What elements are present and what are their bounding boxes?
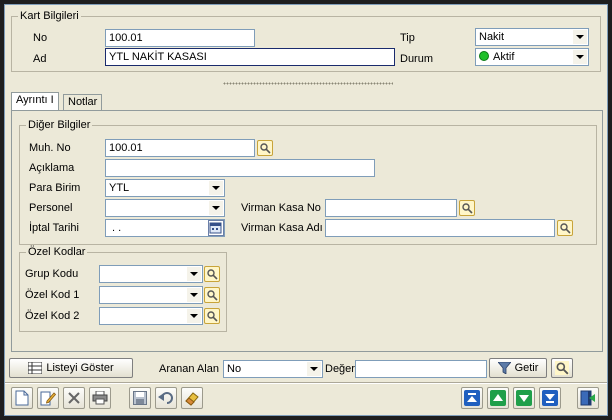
aranan-alan-value: No [227, 363, 242, 375]
aciklama-label: Açıklama [29, 162, 75, 174]
ozel-kod1-select[interactable] [99, 286, 203, 304]
tab-ayrinti[interactable]: Ayrıntı I [11, 92, 59, 111]
edit-icon [40, 391, 56, 406]
personel-dropdown-icon[interactable] [209, 201, 223, 215]
filter-icon [497, 362, 511, 374]
para-birim-dropdown-icon[interactable] [209, 181, 223, 195]
undo-icon [158, 392, 173, 404]
print-icon [92, 391, 108, 405]
ad-label: Ad [33, 53, 47, 65]
grup-kodu-lookup-icon[interactable] [204, 266, 220, 282]
undo-button[interactable] [155, 387, 177, 409]
last-record-icon [542, 390, 558, 406]
search-icon [555, 361, 569, 375]
toolbar-separator [5, 382, 607, 384]
iptal-tarihi-field[interactable]: . . [105, 219, 225, 237]
splitter-handle[interactable] [223, 82, 393, 85]
durum-select-value: Aktif [493, 51, 515, 63]
tip-label: Tip [400, 32, 415, 44]
durum-dropdown-icon[interactable] [573, 50, 587, 64]
list-icon [28, 362, 43, 374]
aranan-alan-select[interactable]: No [223, 360, 323, 378]
personel-select[interactable] [105, 199, 225, 217]
next-record-icon [516, 390, 532, 406]
delete-icon [68, 392, 80, 404]
para-birim-select[interactable]: YTL [105, 179, 225, 197]
ozel-kod2-lookup-icon[interactable] [204, 308, 220, 324]
ozel-kod2-select[interactable] [99, 307, 203, 325]
no-label: No [33, 32, 48, 44]
muh-no-field[interactable]: 100.01 [105, 139, 255, 157]
card-window: Kart Bilgileri No 100.01 Ad YTL NAKİT KA… [4, 4, 608, 416]
grup-kodu-dropdown-icon[interactable] [187, 267, 201, 281]
ad-field[interactable]: YTL NAKİT KASASI [105, 48, 395, 66]
getir-button[interactable]: Getir [489, 358, 547, 378]
para-birim-label: Para Birim [29, 182, 81, 194]
edit-button[interactable] [37, 387, 59, 409]
durum-select[interactable]: Aktif [475, 48, 589, 66]
durum-label: Durum [400, 53, 434, 65]
search-lookup-button[interactable] [551, 358, 573, 378]
virman-kasa-adi-field[interactable] [325, 219, 555, 237]
personel-label: Personel [29, 202, 73, 214]
getir-label: Getir [514, 362, 539, 374]
tip-select-value: Nakit [479, 31, 505, 43]
aranan-alan-label: Aranan Alan [159, 363, 219, 375]
iptal-tarihi-label: İptal Tarihi [29, 222, 79, 234]
previous-record-icon [490, 390, 506, 406]
new-icon [15, 390, 29, 406]
ozel-kod1-label: Özel Kod 1 [25, 289, 80, 301]
aranan-alan-dropdown-icon[interactable] [307, 362, 321, 376]
status-dot-icon [479, 51, 489, 61]
deger-field[interactable] [355, 360, 487, 378]
muh-no-label: Muh. No [29, 142, 71, 154]
delete-button[interactable] [63, 387, 85, 409]
tab-notlar[interactable]: Notlar [63, 94, 103, 111]
eraser-icon [185, 392, 199, 406]
ozel-kod1-dropdown-icon[interactable] [187, 288, 201, 302]
virman-kasa-adi-lookup-icon[interactable] [557, 220, 573, 236]
grup-kodu-select[interactable] [99, 265, 203, 283]
first-record-button[interactable] [461, 387, 483, 409]
kart-bilgileri-title: Kart Bilgileri [18, 10, 81, 23]
clear-button[interactable] [181, 387, 203, 409]
save-icon [133, 391, 147, 405]
first-record-icon [464, 390, 480, 406]
diger-bilgiler-title: Diğer Bilgiler [26, 119, 93, 132]
next-record-button[interactable] [513, 387, 535, 409]
list-show-button[interactable]: Listeyi Göster [9, 358, 133, 378]
muh-no-lookup-icon[interactable] [257, 140, 273, 156]
deger-label: Değer [325, 363, 355, 375]
grup-kodu-label: Grup Kodu [25, 268, 79, 280]
exit-button[interactable] [577, 387, 599, 409]
virman-kasa-no-label: Virman Kasa No [241, 202, 321, 214]
exit-icon [580, 390, 595, 406]
list-show-label: Listeyi Göster [46, 362, 114, 374]
new-button[interactable] [11, 387, 33, 409]
print-button[interactable] [89, 387, 111, 409]
ozel-kod2-label: Özel Kod 2 [25, 310, 80, 322]
no-field[interactable]: 100.01 [105, 29, 255, 47]
ozel-kod1-lookup-icon[interactable] [204, 287, 220, 303]
last-record-button[interactable] [539, 387, 561, 409]
virman-kasa-no-lookup-icon[interactable] [459, 200, 475, 216]
tip-select[interactable]: Nakit [475, 28, 589, 46]
save-button[interactable] [129, 387, 151, 409]
calendar-icon[interactable] [208, 220, 224, 236]
virman-kasa-no-field[interactable] [325, 199, 457, 217]
para-birim-value: YTL [109, 182, 130, 194]
ozel-kod2-dropdown-icon[interactable] [187, 309, 201, 323]
ozel-kodlar-title: Özel Kodlar [26, 246, 88, 259]
previous-record-button[interactable] [487, 387, 509, 409]
aciklama-field[interactable] [105, 159, 375, 177]
virman-kasa-adi-label: Virman Kasa Adı [241, 222, 323, 234]
tip-dropdown-icon[interactable] [573, 30, 587, 44]
